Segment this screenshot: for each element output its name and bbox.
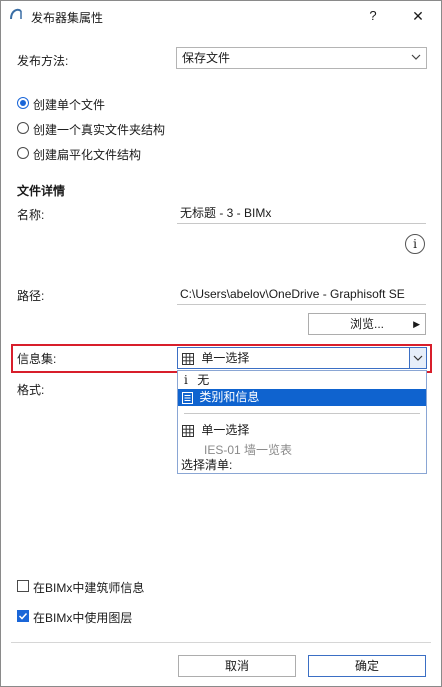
- dropdown-item-single-select[interactable]: 单一选择: [178, 422, 426, 439]
- info-set-dropdown-list: i 无 类别和信息 单一选择 IES-01 墙一览表 选择清单:: [177, 370, 427, 474]
- title-bar: 发布器集属性 ? ✕: [1, 1, 441, 32]
- table-grid-icon: [182, 424, 194, 437]
- publisher-set-properties-dialog: 发布器集属性 ? ✕ 发布方法: 保存文件 创建单个文件 创建一个真实文件夹结构…: [0, 0, 442, 687]
- triangle-right-icon: ▶: [413, 319, 420, 329]
- format-label: 格式:: [17, 383, 45, 397]
- publish-method-value: 保存文件: [182, 51, 231, 65]
- checkbox-indicator[interactable]: [17, 580, 29, 592]
- checkbox-label: 在BIMx中使用图层: [33, 611, 133, 625]
- radio-indicator[interactable]: [17, 122, 29, 134]
- chevron-down-icon: [411, 54, 421, 60]
- publish-method-label: 发布方法:: [17, 54, 69, 68]
- radio-indicator[interactable]: [17, 147, 29, 159]
- path-label: 路径:: [17, 289, 45, 303]
- checkbox-label: 在BIMx中建筑师信息: [33, 581, 145, 595]
- dropdown-item-label: 类别和信息: [199, 390, 260, 404]
- checkbox-indicator[interactable]: [17, 610, 29, 622]
- dropdown-separator: [184, 413, 420, 414]
- help-button[interactable]: ?: [361, 4, 385, 28]
- browse-label: 浏览...: [349, 317, 384, 331]
- dropdown-item-label: 无: [197, 373, 210, 387]
- window-title: 发布器集属性: [31, 11, 104, 25]
- radio-indicator[interactable]: [17, 97, 29, 109]
- dropdown-subitem[interactable]: IES-01 墙一览表: [204, 441, 292, 458]
- dropdown-item-category-info[interactable]: 类别和信息: [178, 389, 426, 406]
- name-label: 名称:: [17, 208, 45, 222]
- document-list-icon: [182, 391, 193, 404]
- highlight-annotation: [11, 344, 432, 373]
- info-icon: i: [184, 373, 188, 387]
- dropdown-section-label: 选择清单:: [181, 458, 233, 472]
- close-button[interactable]: ✕: [406, 4, 430, 28]
- cancel-button[interactable]: 取消: [178, 655, 296, 677]
- radio-label: 创建单个文件: [33, 98, 106, 112]
- name-field[interactable]: 无标题 - 3 - BIMx: [177, 202, 426, 224]
- browse-button[interactable]: 浏览... ▶: [308, 313, 426, 335]
- dropdown-item-label: 单一选择: [201, 423, 250, 437]
- checkmark-icon: [18, 612, 28, 620]
- path-field[interactable]: C:\Users\abelov\OneDrive - Graphisoft SE: [177, 283, 426, 305]
- footer-divider: [11, 642, 431, 643]
- archicad-logo-icon: [10, 8, 22, 20]
- file-details-heading: 文件详情: [17, 184, 66, 198]
- publish-method-select[interactable]: 保存文件: [176, 47, 427, 69]
- dropdown-item-none[interactable]: i 无: [178, 372, 426, 389]
- radio-label: 创建一个真实文件夹结构: [33, 123, 166, 137]
- ok-button[interactable]: 确定: [308, 655, 426, 677]
- radio-label: 创建扁平化文件结构: [33, 148, 142, 162]
- info-icon[interactable]: i: [405, 234, 425, 254]
